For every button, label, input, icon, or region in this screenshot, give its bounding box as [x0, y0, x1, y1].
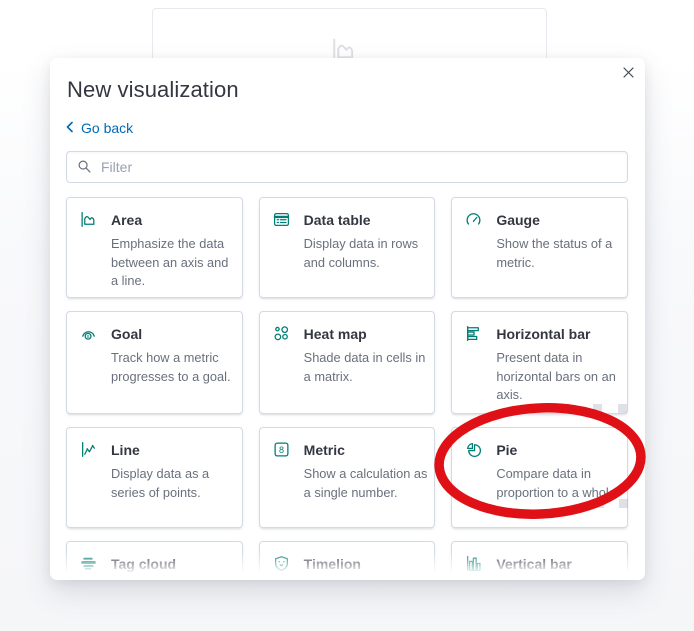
line-chart-icon — [80, 441, 97, 463]
viz-card-gauge[interactable]: Gauge Show the status of a metric. — [451, 197, 628, 298]
svg-text:8: 8 — [279, 445, 284, 455]
card-description: Track how a metric progresses to a goal. — [111, 350, 231, 384]
heat-map-icon — [273, 325, 290, 347]
close-button[interactable] — [617, 62, 639, 84]
viz-card-metric[interactable]: 8 Metric Show a calculation as a single … — [258, 427, 436, 528]
card-description: Emphasize the data between an axis and a… — [111, 236, 229, 289]
card-title: Pie — [496, 442, 518, 458]
card-description: Show time series data on a graph. — [304, 579, 431, 580]
viz-card-horizontal-bar[interactable]: Horizontal bar Present data in horizonta… — [451, 311, 628, 414]
close-icon — [622, 66, 634, 81]
card-title: Tag cloud — [111, 556, 177, 572]
card-description: Display data as a series of points. — [111, 466, 210, 500]
card-title: Line — [111, 442, 140, 458]
tag-cloud-icon — [80, 555, 97, 577]
modal-title: New visualization — [67, 77, 239, 102]
timelion-icon — [273, 555, 290, 577]
metric-icon: 8 — [273, 441, 290, 463]
go-back-label: Go back — [81, 120, 134, 136]
card-title: Horizontal bar — [496, 326, 591, 342]
card-description: Show a calculation as a single number. — [303, 466, 428, 500]
card-title: Gauge — [496, 212, 540, 228]
card-title: Heat map — [303, 326, 367, 342]
card-title: Area — [111, 212, 143, 228]
card-title: Timelion — [303, 556, 361, 572]
search-icon — [77, 159, 92, 179]
viz-card-timelion[interactable]: Timelion Show time series data on a grap… — [258, 541, 436, 580]
data-table-icon — [273, 211, 290, 233]
pie-chart-icon — [465, 441, 482, 463]
card-description: Shade data in cells in a matrix. — [303, 350, 426, 384]
goal-icon: 8 — [80, 325, 97, 347]
card-description: Show the status of a metric. — [496, 236, 613, 270]
card-description: Present data in vertical bars on an axis… — [496, 579, 623, 580]
gauge-icon — [465, 211, 482, 233]
viz-card-tag-cloud[interactable]: Tag cloud Display word frequency with fo… — [66, 541, 243, 580]
card-description: Display data in rows and columns. — [303, 236, 419, 270]
card-title: Data table — [303, 212, 371, 228]
viz-card-area[interactable]: Area Emphasize the data between an axis … — [66, 197, 243, 298]
card-description: Present data in horizontal bars on an ax… — [496, 350, 616, 403]
viz-card-data-table[interactable]: Data table Display data in rows and colu… — [258, 197, 436, 298]
viz-card-vertical-bar[interactable]: Vertical bar Present data in vertical ba… — [451, 541, 628, 580]
card-description: Display word frequency with font size. — [111, 579, 238, 580]
card-title: Metric — [303, 442, 345, 458]
card-title: Vertical bar — [496, 556, 572, 572]
viz-card-heat-map[interactable]: Heat map Shade data in cells in a matrix… — [258, 311, 436, 414]
chevron-left-icon — [66, 120, 74, 136]
visualization-grid: Area Emphasize the data between an axis … — [66, 197, 628, 580]
viz-card-line[interactable]: Line Display data as a series of points. — [66, 427, 243, 528]
go-back-link[interactable]: Go back — [66, 120, 133, 136]
card-description: Compare data in proportion to a whole. — [496, 466, 620, 500]
area-chart-icon — [80, 211, 97, 233]
card-title: Goal — [111, 326, 143, 342]
filter-input[interactable] — [66, 151, 628, 183]
horizontal-bar-icon — [465, 325, 482, 347]
new-visualization-modal: New visualization Go back Area — [50, 58, 645, 580]
viz-card-goal[interactable]: 8 Goal Track how a metric progresses to … — [66, 311, 243, 414]
viz-card-pie[interactable]: Pie Compare data in proportion to a whol… — [451, 427, 628, 528]
vertical-bar-icon — [465, 555, 482, 577]
svg-text:8: 8 — [87, 334, 90, 340]
